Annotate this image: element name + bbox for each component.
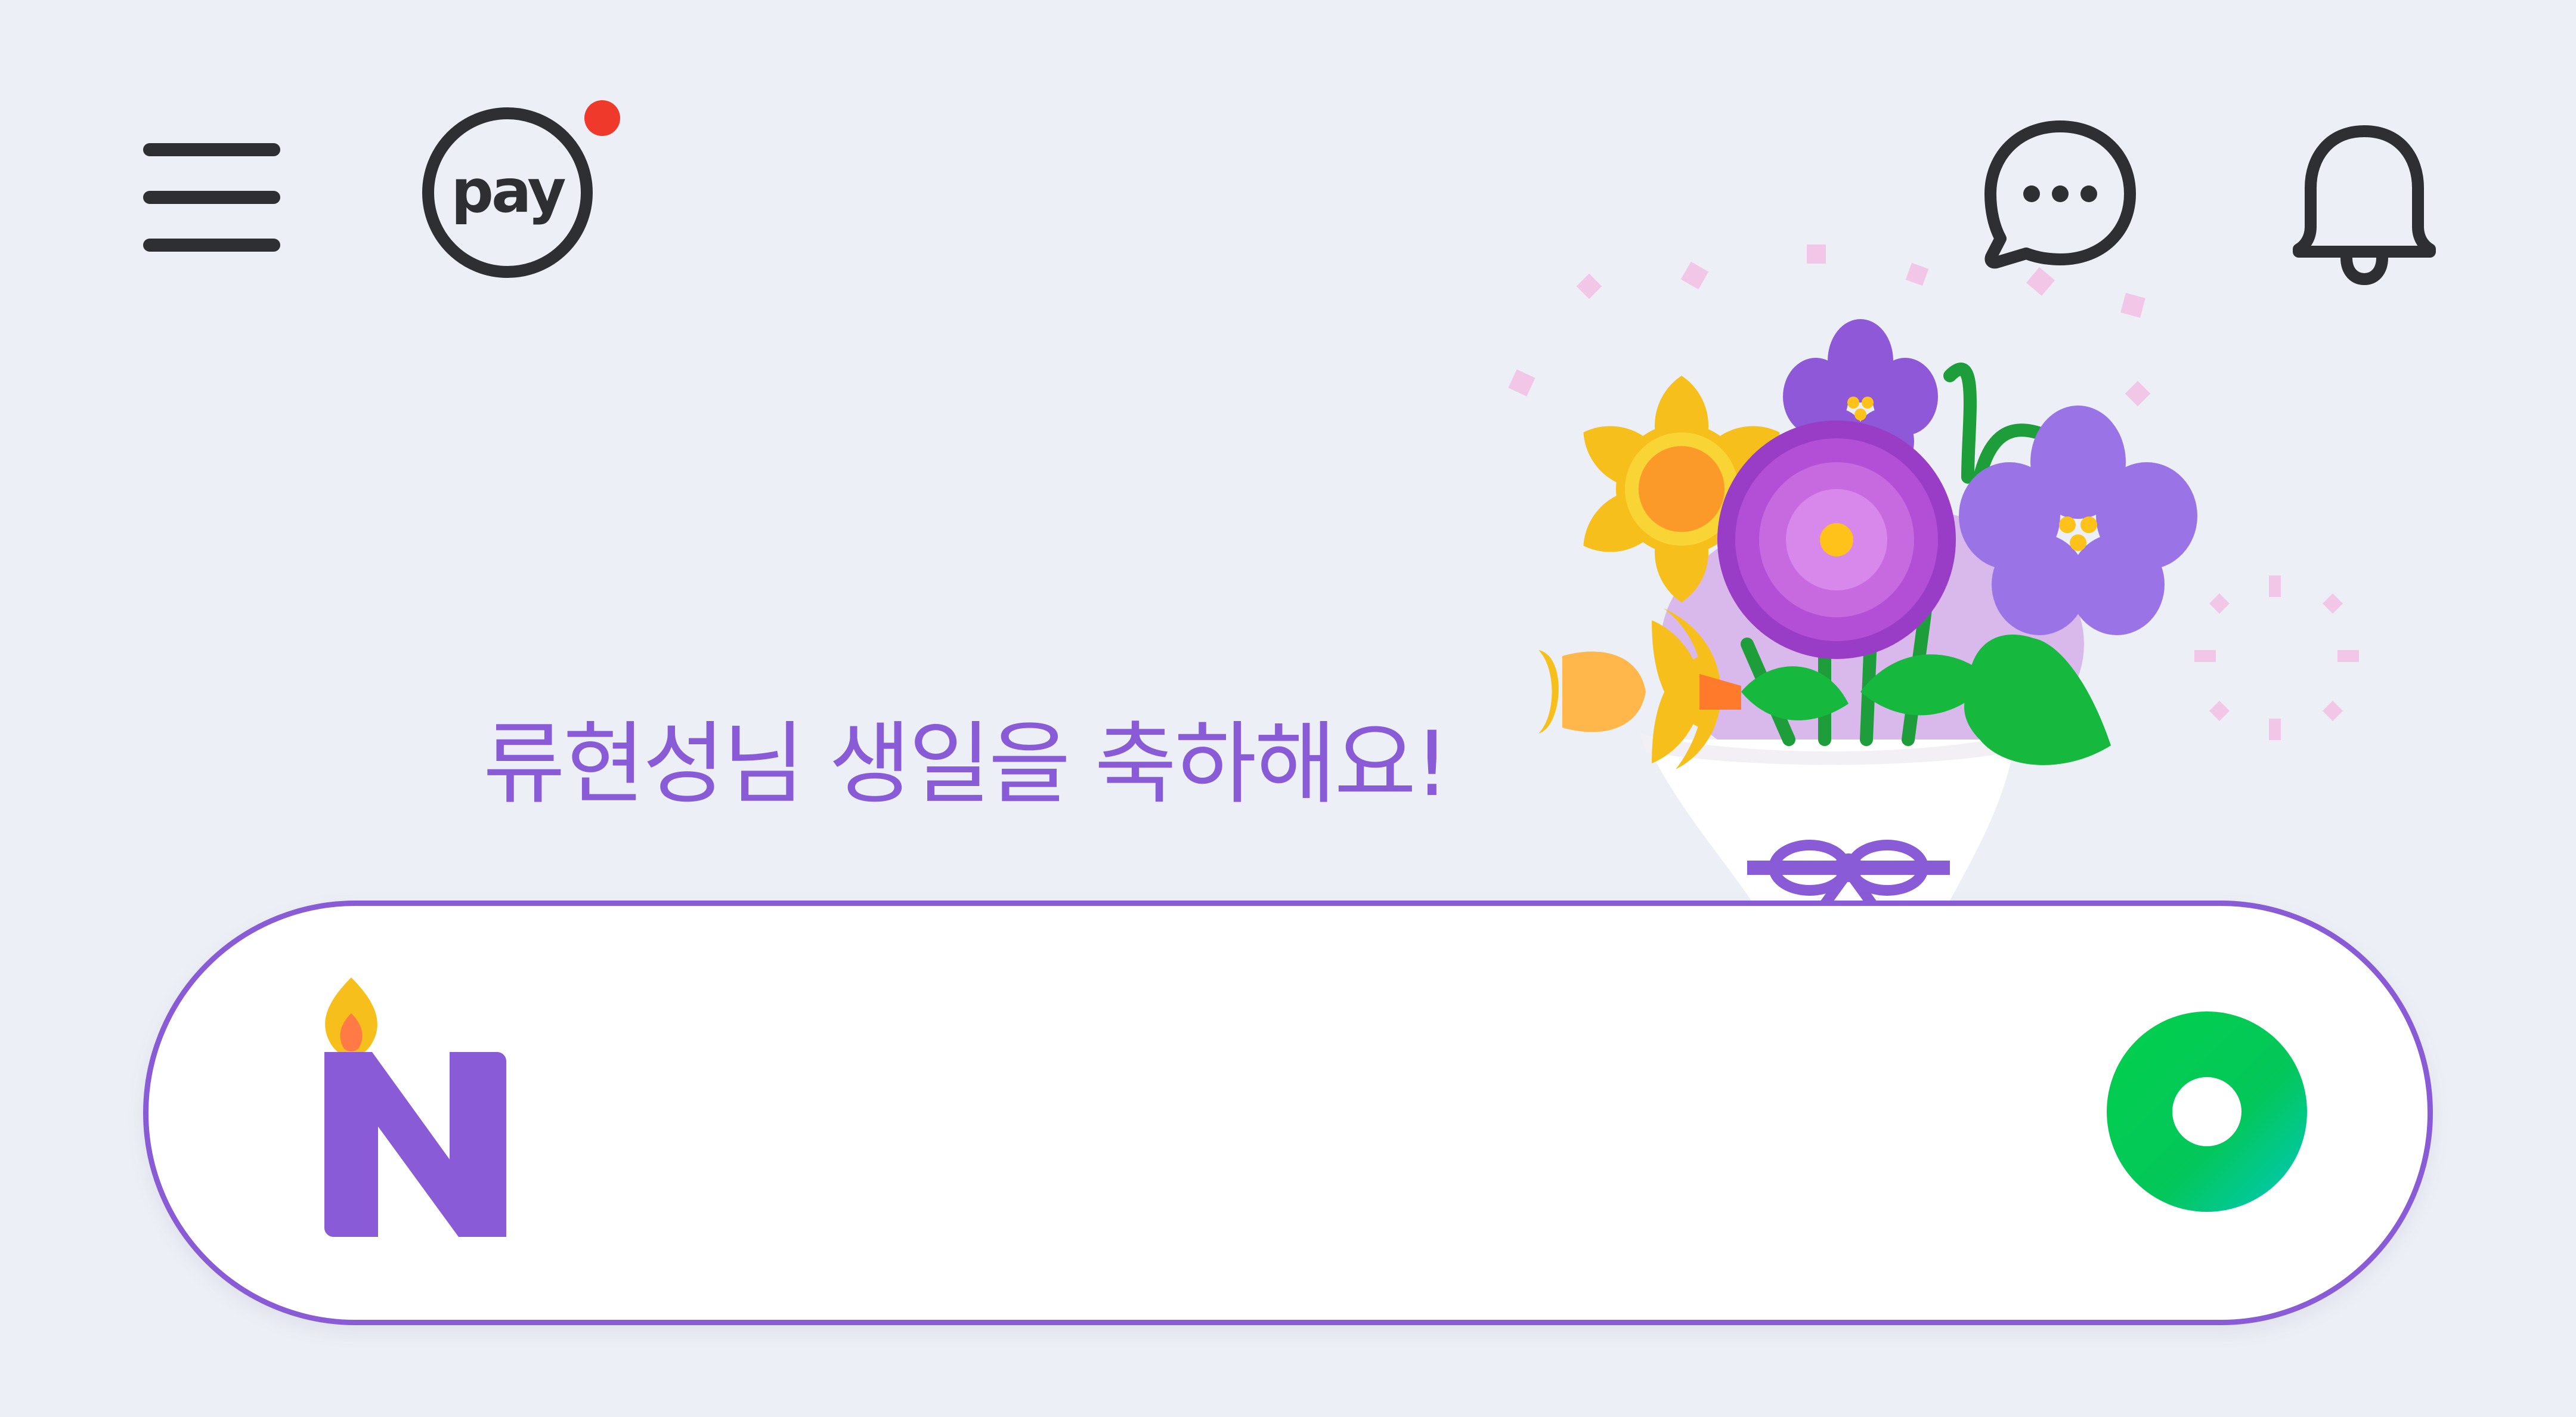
pay-icon: pay: [422, 107, 593, 278]
menu-button[interactable]: [137, 134, 289, 262]
search-input[interactable]: [578, 1025, 2071, 1205]
green-ring-icon[interactable]: [2104, 1009, 2310, 1215]
pay-button[interactable]: pay: [417, 100, 632, 303]
menu-bar: [143, 239, 280, 252]
naver-n-birthday-candle-logo[interactable]: [318, 966, 515, 1246]
notification-dot: [584, 100, 620, 136]
menu-bar: [143, 191, 280, 204]
flower-bouquet-illustration: [1508, 245, 2359, 912]
pay-label: pay: [451, 156, 566, 226]
page: pay 류현성님 생일을 축하해요!: [0, 0, 2576, 1417]
search-bar: [143, 901, 2433, 1325]
menu-bar: [143, 143, 280, 156]
birthday-greeting: 류현성님 생일을 축하해요!: [483, 713, 1450, 816]
